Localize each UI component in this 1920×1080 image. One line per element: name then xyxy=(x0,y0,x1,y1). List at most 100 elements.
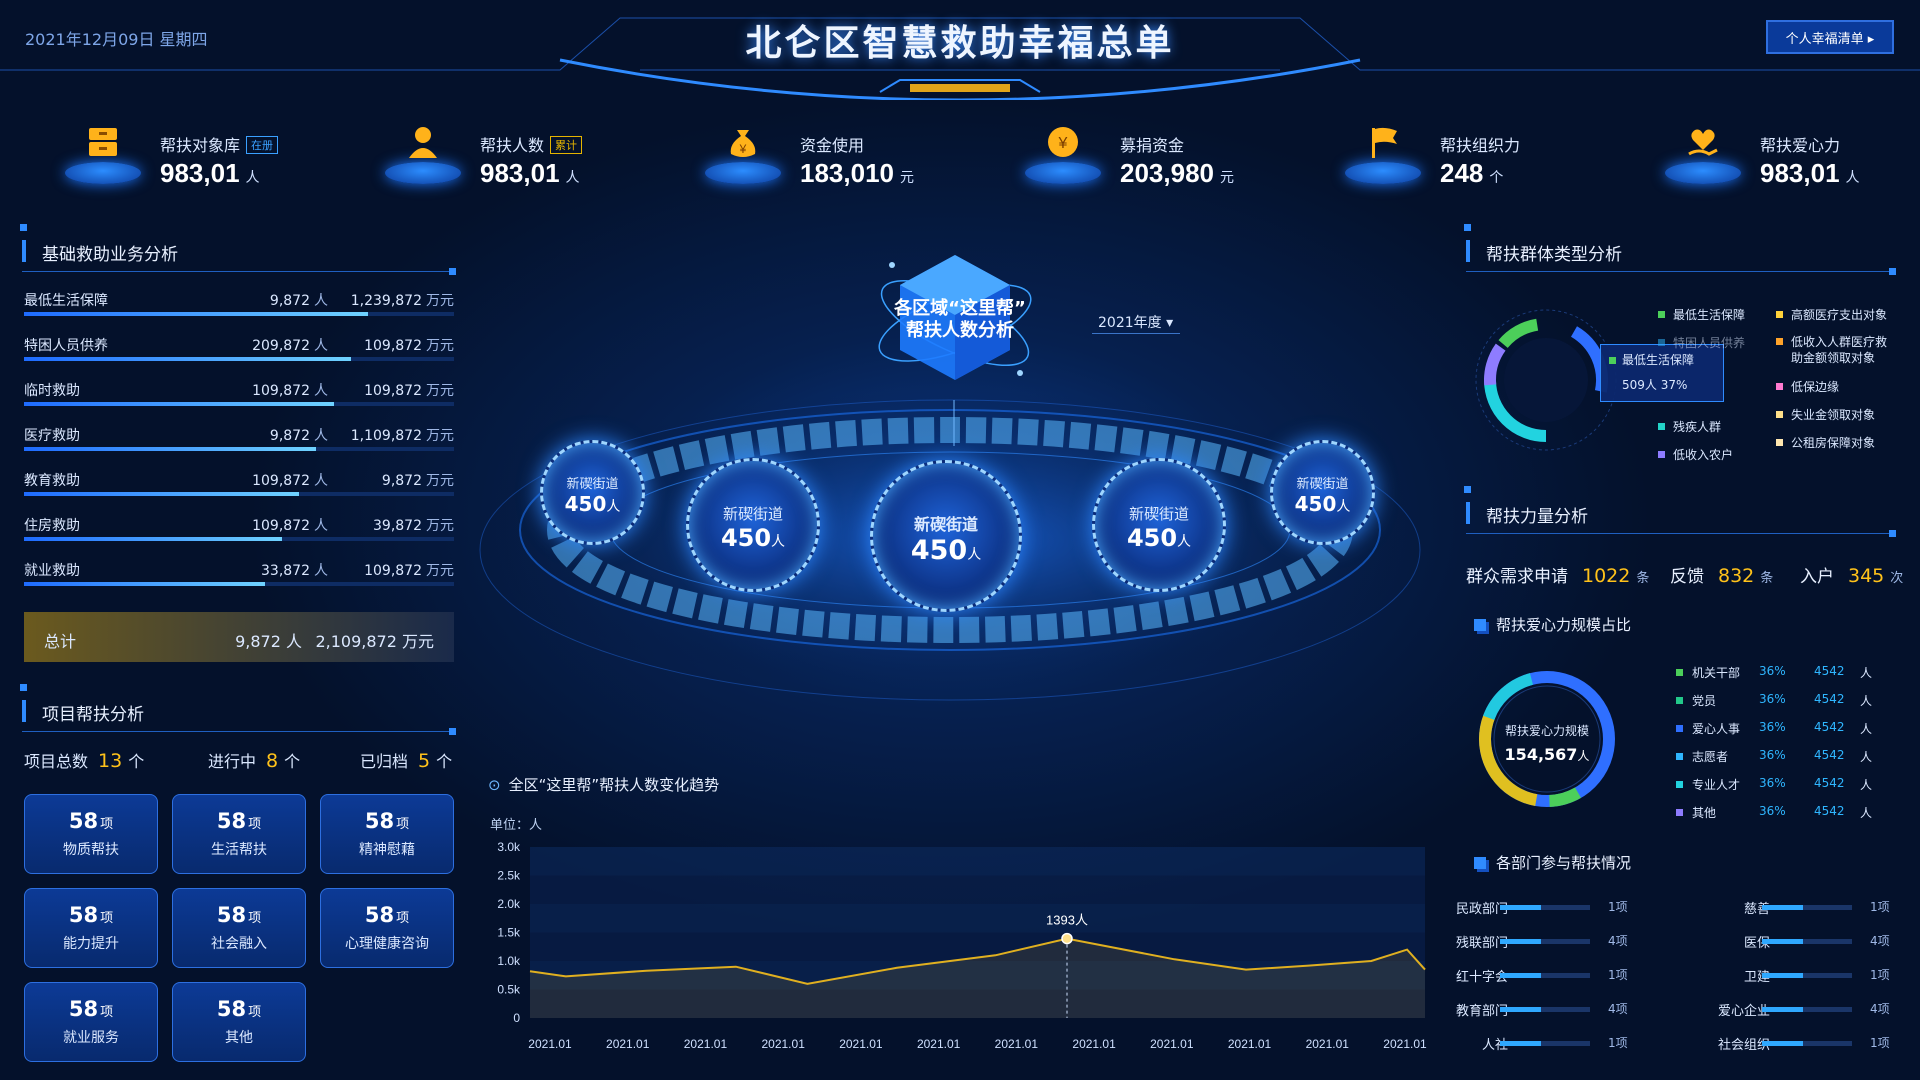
kpi-value: 203,980 元 xyxy=(1120,158,1234,188)
x-tick-label: 2021.01 xyxy=(606,1037,650,1051)
y-tick-label: 0 xyxy=(513,1011,520,1025)
volunteer-subtitle: 帮扶爱心力规模占比 xyxy=(1474,614,1631,635)
total-row: 总计 9,872 人 2,109,872 万元 xyxy=(24,612,454,662)
district-orb[interactable]: 新碶街道 450人 xyxy=(1270,440,1375,545)
section-title: 项目帮扶分析 xyxy=(42,705,144,725)
kpi-pedestal xyxy=(55,120,150,200)
x-tick-label: 2021.01 xyxy=(839,1037,883,1051)
trend-chart: 3.0k 2.5k 2.0k 1.5k 1.0k 0.5k 0 1393人 2021.01 202… xyxy=(497,840,1427,1051)
kpi-pedestal xyxy=(1655,120,1750,200)
volunteer-legend-item: 机关干部 36% 4542 人 xyxy=(1676,664,1876,684)
kpi-label: 帮扶爱心力 xyxy=(1760,136,1841,155)
legend-item: 低保边缘 xyxy=(1776,378,1839,395)
kpi-pedestal xyxy=(1335,120,1430,200)
stat-in-progress: 进行中 8 个 xyxy=(208,750,301,772)
progress-fill xyxy=(24,492,300,496)
kpi-value: 183,010 元 xyxy=(800,158,914,188)
y-tick-label: 1.0k xyxy=(497,954,521,968)
district-orb[interactable]: 新碶街道 450人 xyxy=(870,460,1022,612)
legend-item: 公租房保障对象 xyxy=(1776,434,1875,451)
list-item: 教育救助 109,872 人 9,872 万元 xyxy=(24,470,454,514)
kpi-donation: ¥ 募捐资金 203,980 元 xyxy=(1015,120,1305,200)
kpi-value: 983,01 人 xyxy=(480,158,580,188)
kpi-label: 资金使用 xyxy=(800,136,865,155)
grid-band xyxy=(530,904,1425,933)
volunteer-legend-item: 爱心人事 36% 4542 人 xyxy=(1676,720,1876,740)
x-tick-label: 2021.01 xyxy=(1383,1037,1427,1051)
kpi-value: 248 个 xyxy=(1440,158,1504,188)
x-tick-label: 2021.01 xyxy=(684,1037,728,1051)
list-item: 住房救助 109,872 人 39,872 万元 xyxy=(24,515,454,559)
legend-item: 高额医疗支出对象 xyxy=(1776,306,1887,323)
stat-archived: 已归档 5 个 xyxy=(360,750,453,772)
drawer-icon xyxy=(85,124,121,160)
current-date: 2021年12月09日 星期四 xyxy=(25,30,208,49)
group-type-section-header: 帮扶群体类型分析 xyxy=(1464,224,1896,275)
project-card[interactable]: 58 项生活帮扶 xyxy=(172,794,306,874)
list-item: 医疗救助 9,872 人 1,109,872 万元 xyxy=(24,425,454,469)
x-tick-label: 2021.01 xyxy=(1228,1037,1272,1051)
section-title: 基础救助业务分析 xyxy=(42,245,178,265)
legend-item: 最低生活保障 xyxy=(1658,306,1745,323)
flag-icon xyxy=(1365,124,1401,160)
dept-subtitle: 各部门参与帮扶情况 xyxy=(1474,852,1631,873)
kpi-love-force: 帮扶爱心力 983,01 人 xyxy=(1655,120,1920,200)
list-item: 最低生活保障 9,872 人 1,239,872 万元 xyxy=(24,290,454,334)
grid-band xyxy=(530,875,1425,904)
kpi-tag: 在册 xyxy=(246,136,279,154)
project-card[interactable]: 58 项社会融入 xyxy=(172,888,306,968)
dept-item: 红十字会 1项 xyxy=(1455,968,1628,985)
volunteer-legend-item: 专业人才 36% 4542 人 xyxy=(1676,776,1876,796)
kpi-tag: 累计 xyxy=(550,136,583,154)
project-card[interactable]: 58 项心理健康咨询 xyxy=(320,888,454,968)
kpi-label: 帮扶组织力 xyxy=(1440,136,1521,155)
money-bag-icon: ¥ xyxy=(725,124,761,160)
stat-feedback: 反馈 832 条 xyxy=(1670,565,1774,587)
y-tick-label: 2.0k xyxy=(497,897,521,911)
dept-item: 教育部门 4项 xyxy=(1455,1002,1628,1019)
dept-item: 爱心企业 4项 xyxy=(1717,1002,1890,1019)
trend-chart-unit: 单位：人 xyxy=(490,818,543,833)
volunteer-legend-item: 党员 36% 4542 人 xyxy=(1676,692,1876,712)
year-select[interactable]: 2021年度 ▾ xyxy=(1092,308,1180,334)
kpi-pedestal xyxy=(375,120,470,200)
y-tick-label: 0.5k xyxy=(497,983,521,997)
x-tick-label: 2021.01 xyxy=(761,1037,805,1051)
dept-item: 医保 4项 xyxy=(1743,934,1890,951)
kpi-pedestal: ¥ xyxy=(1015,120,1110,200)
project-card[interactable]: 58 项其他 xyxy=(172,982,306,1062)
district-orb[interactable]: 新碶街道 450人 xyxy=(540,440,645,545)
dept-item: 社会组织 1项 xyxy=(1717,1036,1890,1053)
kpi-value: 983,01 人 xyxy=(160,158,260,188)
dept-item: 慈善 1项 xyxy=(1743,900,1890,917)
kpi-pedestal: ¥ xyxy=(695,120,790,200)
x-tick-label: 2021.01 xyxy=(1306,1037,1350,1051)
dept-item: 残联部门 4项 xyxy=(1455,934,1628,951)
progress-fill xyxy=(24,357,351,361)
person-icon xyxy=(405,124,441,160)
cube-connector xyxy=(953,400,955,446)
section-title: 帮扶力量分析 xyxy=(1486,507,1588,527)
project-card[interactable]: 58 项物质帮扶 xyxy=(24,794,158,874)
legend-item: 低收入农户 xyxy=(1658,446,1733,463)
progress-fill xyxy=(24,447,317,451)
section-title: 帮扶群体类型分析 xyxy=(1486,245,1622,265)
progress-fill xyxy=(24,582,265,586)
legend-item: 特困人员供养 xyxy=(1658,334,1745,351)
volunteer-legend-item: 志愿者 36% 4542 人 xyxy=(1676,748,1876,768)
project-card[interactable]: 58 项能力提升 xyxy=(24,888,158,968)
y-tick-label: 1.5k xyxy=(497,926,521,940)
district-orb[interactable]: 新碶街道 450人 xyxy=(686,458,820,592)
kpi-target-library: 帮扶对象库 在册 983,01 人 xyxy=(55,120,345,200)
peak-point xyxy=(1061,932,1073,945)
dept-item: 卫建 1项 xyxy=(1743,968,1890,985)
kpi-helped-count: 帮扶人数 累计 983,01 人 xyxy=(375,120,665,200)
progress-fill xyxy=(24,312,368,316)
kpi-label: 帮扶对象库 在册 xyxy=(160,132,279,156)
personal-list-button[interactable]: 个人幸福清单 ▸ xyxy=(1766,20,1894,54)
project-card[interactable]: 58 项就业服务 xyxy=(24,982,158,1062)
yen-coin-icon: ¥ xyxy=(1045,124,1081,160)
project-card[interactable]: 58 项精神慰藉 xyxy=(320,794,454,874)
district-orb[interactable]: 新碶街道 450人 xyxy=(1092,458,1226,592)
x-tick-label: 2021.01 xyxy=(995,1037,1039,1051)
